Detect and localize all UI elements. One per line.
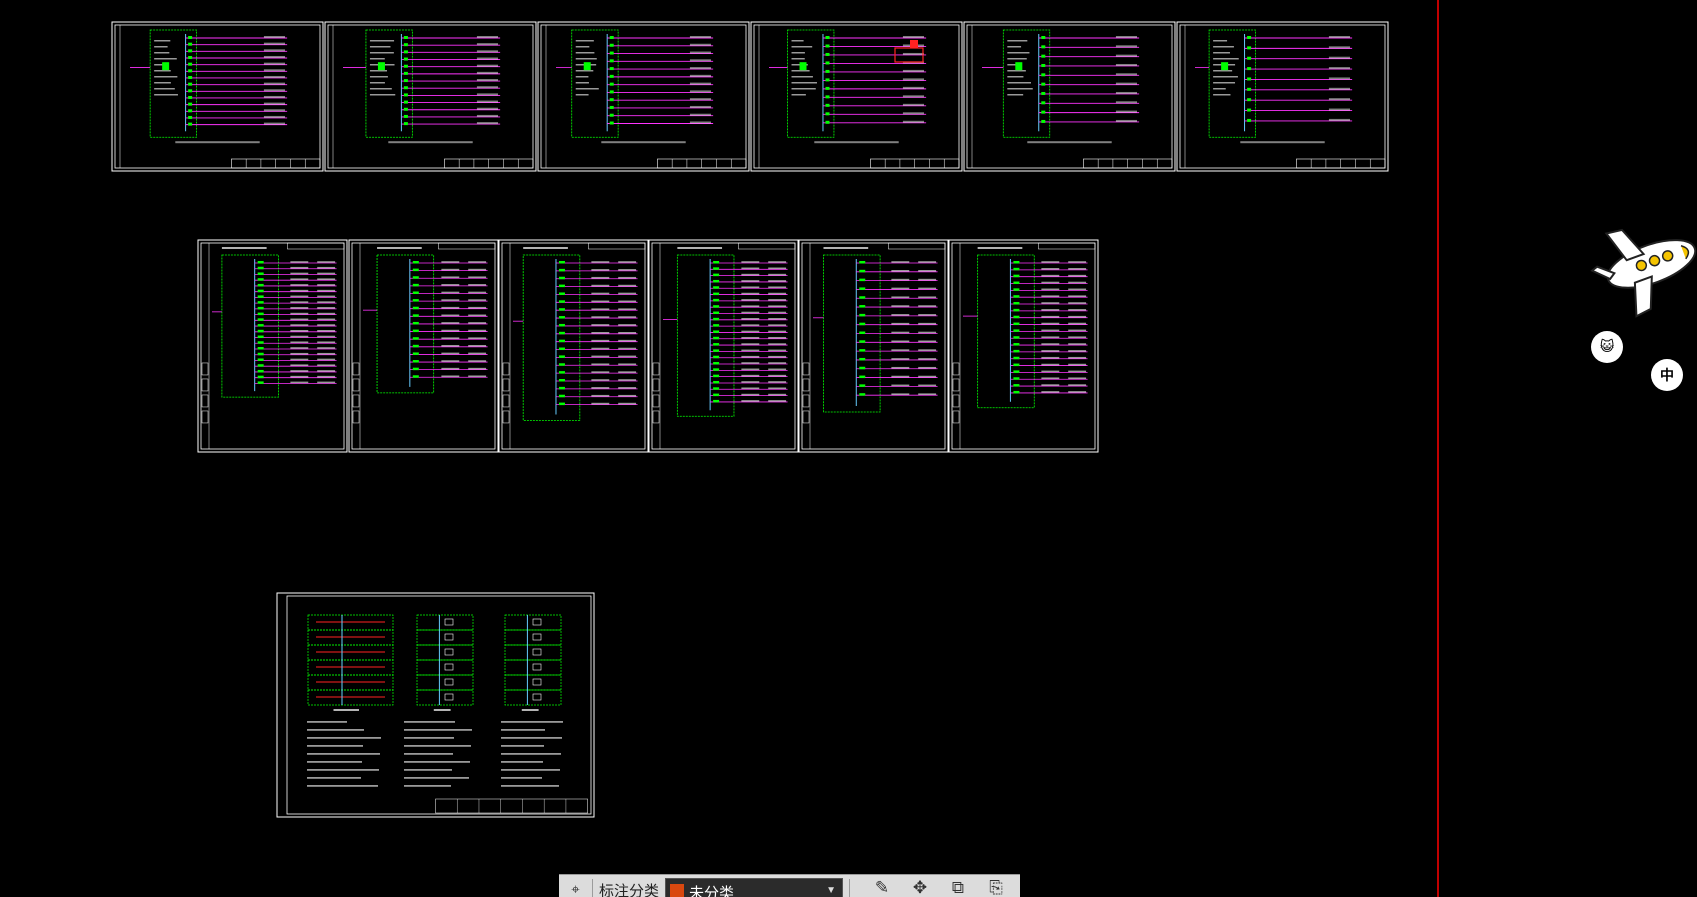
drawing-sheet-6[interactable] [1176,21,1389,172]
drawing-sheet-7[interactable] [197,239,348,453]
move-icon[interactable]: ✥ [906,877,934,897]
drawing-sheet-9[interactable] [498,239,649,453]
toolbar-divider [592,879,593,897]
copy-icon[interactable]: ⧉ [944,877,972,897]
drawing-sheet-2[interactable] [324,21,537,172]
annotation-pin-glyph: ⌖ [571,880,580,897]
cat-face-button[interactable]: 😺 [1594,334,1620,360]
red-symbol [910,40,918,48]
paste-icon[interactable]: ⎘ [982,877,1010,897]
panel-divider [1437,0,1439,897]
drawing-sheet-8[interactable] [348,239,499,453]
category-select[interactable]: 未分类 ▼ [664,878,844,897]
category-label: 标注分类 [598,883,659,897]
drawing-sheet-12[interactable] [948,239,1099,453]
category-color-swatch [669,884,684,897]
drawing-sheet-10[interactable] [648,239,799,453]
category-select-value: 未分类 [688,885,734,897]
annotation-toolbar: ⌖ 标注分类 未分类 ▼ ✎ ✥ ⧉ ⎘ [559,874,1020,897]
drawing-sheet-4[interactable] [750,21,963,172]
cat-face-icon: 😺 [1599,339,1615,355]
toolbar-divider [849,879,850,897]
cad-viewer: 😺 中 ⌖ 标注分类 未分类 ▼ ✎ ✥ ⧉ ⎘ [0,0,1697,897]
drawing-canvas[interactable] [0,0,1437,897]
annotation-pin-icon[interactable]: ⌖ [565,878,586,897]
drawing-sheet-5[interactable] [963,21,1176,172]
drawing-sheet-1[interactable] [111,21,324,172]
drawing-sheet-3[interactable] [537,21,750,172]
language-toggle-button[interactable]: 中 [1654,362,1680,388]
language-toggle-label: 中 [1660,368,1674,384]
chevron-down-icon: ▼ [826,885,837,896]
drawing-sheet-13[interactable] [276,592,595,818]
edit-icon[interactable]: ✎ [868,877,896,897]
airplane-mascot-icon[interactable] [1590,215,1697,320]
toolbar-tools: ✎ ✥ ⧉ ⎘ [868,875,1020,897]
drawing-sheet-11[interactable] [798,239,949,453]
